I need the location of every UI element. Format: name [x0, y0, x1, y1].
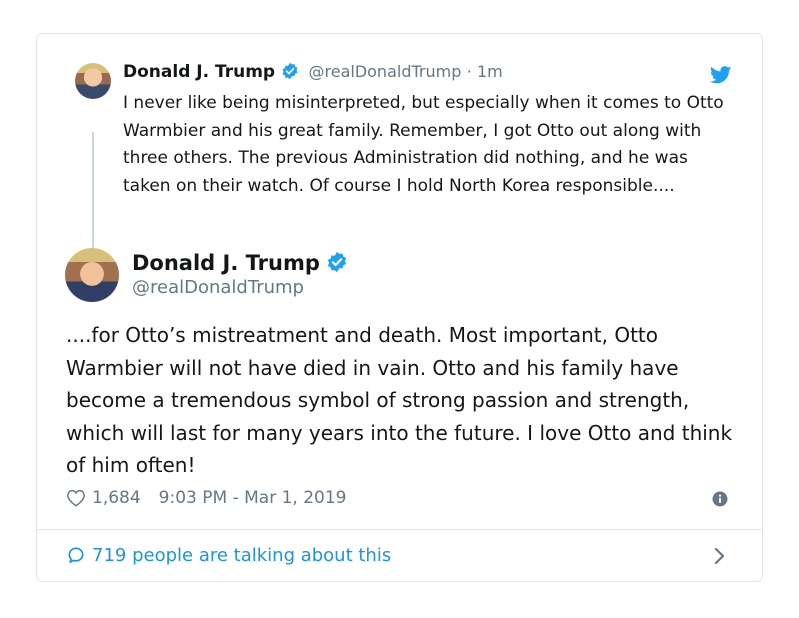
- parent-tweet-time[interactable]: · 1m: [467, 62, 503, 81]
- twitter-bird-icon[interactable]: [709, 66, 732, 88]
- main-tweet-text: ....for Otto’s mistreatment and death. M…: [66, 323, 733, 478]
- parent-avatar[interactable]: [75, 63, 111, 99]
- main-author-name[interactable]: Donald J. Trump: [132, 251, 320, 275]
- like-count[interactable]: 1,684: [92, 488, 141, 508]
- chevron-right-icon[interactable]: [713, 546, 727, 570]
- main-avatar[interactable]: [65, 248, 119, 302]
- tweet-meta-row: 1,684 9:03 PM - Mar 1, 2019: [66, 486, 346, 514]
- tweet-timestamp[interactable]: 9:03 PM - Mar 1, 2019: [159, 488, 347, 508]
- main-author-handle[interactable]: @realDonaldTrump: [132, 276, 304, 300]
- parent-author-name[interactable]: Donald J. Trump: [123, 62, 275, 82]
- info-icon[interactable]: [712, 491, 728, 511]
- embedded-tweet-card: Donald J. Trump @realDonaldTrump · 1m I …: [36, 33, 763, 582]
- speech-bubble-icon: [66, 545, 86, 573]
- parent-tweet-text: I never like being misinterpreted, but e…: [123, 93, 724, 196]
- parent-tweet-header: Donald J. Trump @realDonaldTrump · 1m: [123, 61, 503, 86]
- conversation-label[interactable]: 719 people are talking about this: [92, 545, 391, 566]
- parent-author-handle[interactable]: @realDonaldTrump: [309, 62, 462, 81]
- heart-icon[interactable]: [66, 489, 86, 514]
- verified-badge-icon: [281, 62, 299, 86]
- footer-divider: [37, 529, 762, 530]
- conversation-link[interactable]: 719 people are talking about this: [66, 543, 391, 573]
- verified-badge-icon: [326, 251, 348, 280]
